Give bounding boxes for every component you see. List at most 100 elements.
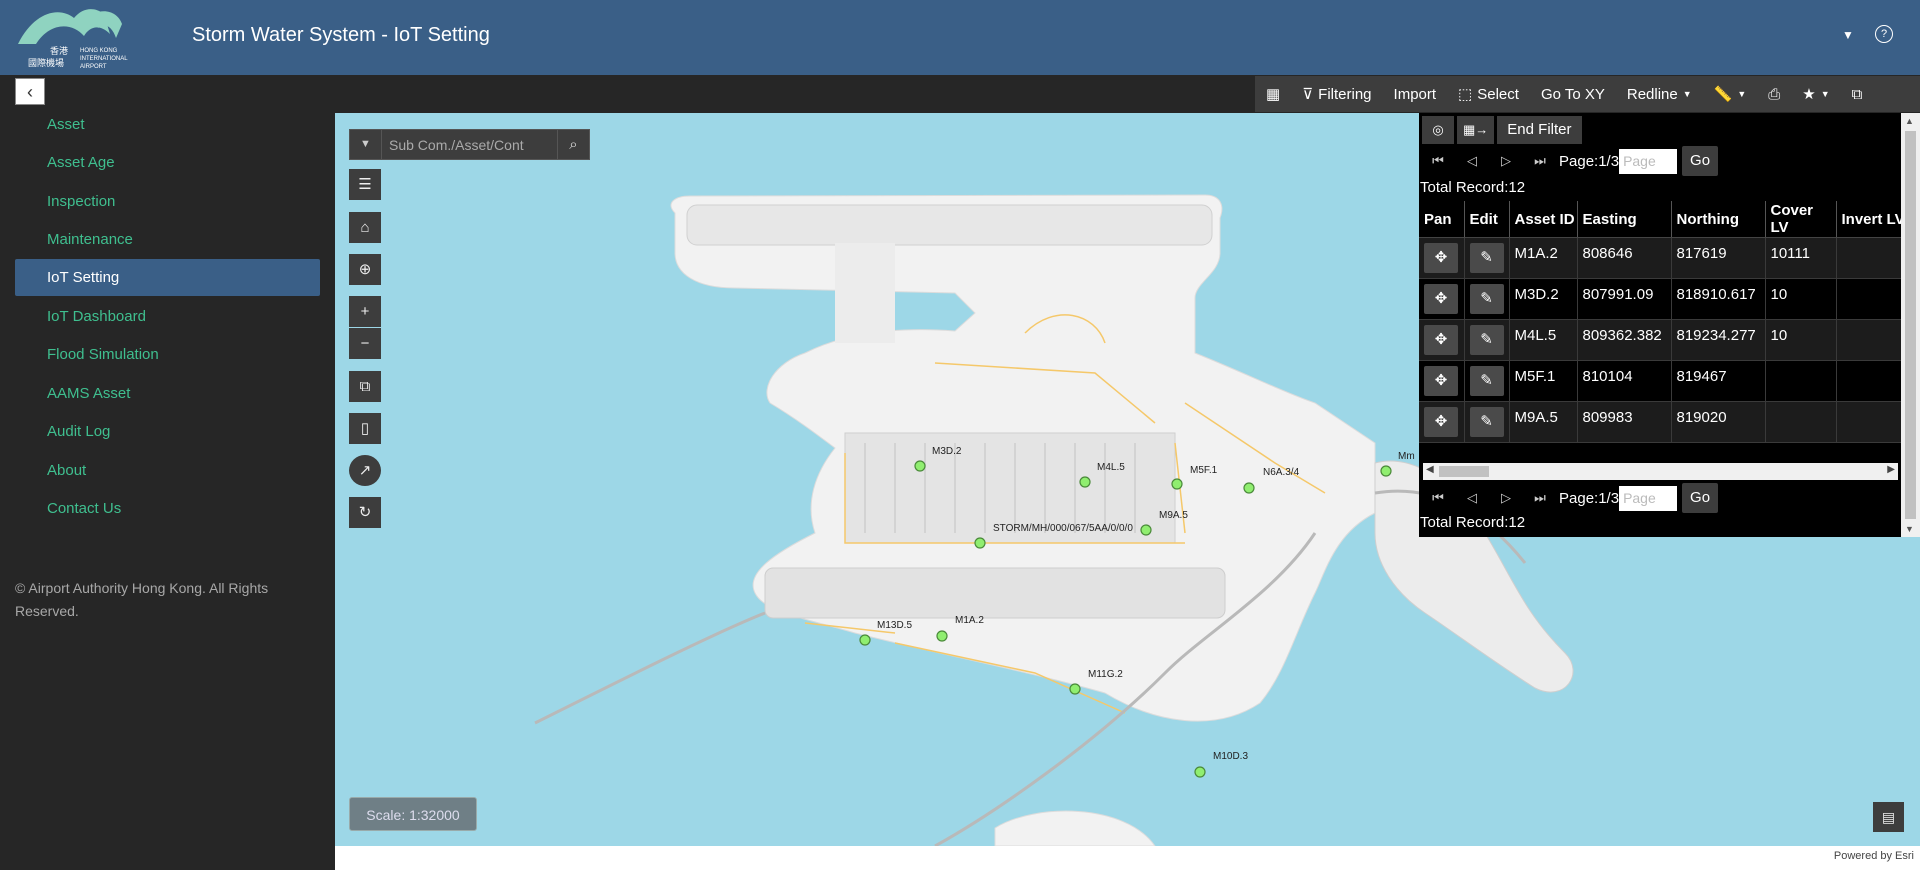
asset-marker-m13d5[interactable] xyxy=(859,634,871,646)
question-circle-icon[interactable]: ? xyxy=(1875,25,1893,43)
edit-button[interactable]: ✎ xyxy=(1469,325,1504,355)
table-button[interactable]: ▦ xyxy=(1255,76,1291,112)
bookmark-dropdown[interactable]: ★ ▼ xyxy=(1791,76,1840,112)
edit-button[interactable]: ✎ xyxy=(1469,407,1504,437)
table-row: ✥ ✎ M1A.2 808646 817619 10111 xyxy=(1419,237,1907,279)
next-page-icon[interactable]: ▷ xyxy=(1489,490,1523,506)
cell-northing: 819234.277 xyxy=(1671,319,1766,361)
sidebar-item-about[interactable]: About xyxy=(15,452,320,489)
pan-button[interactable]: ✥ xyxy=(1424,366,1458,396)
scroll-right-icon[interactable]: ▶ xyxy=(1887,464,1895,475)
compass-button[interactable]: ↗ xyxy=(349,455,381,486)
last-page-icon[interactable]: ⏭ xyxy=(1523,490,1557,506)
sidebar-item-aams-asset[interactable]: AAMS Asset xyxy=(15,375,320,412)
search-source-dropdown[interactable]: ▼ xyxy=(350,130,382,159)
prev-page-icon[interactable]: ◁ xyxy=(1455,490,1489,506)
cell-northing: 819467 xyxy=(1671,360,1766,402)
first-page-icon[interactable]: ⏮ xyxy=(1421,153,1455,169)
sidebar-item-asset[interactable]: Asset xyxy=(15,106,320,143)
caret-down-icon[interactable]: ▼ xyxy=(1842,28,1854,42)
layer-list-button[interactable]: ☰ xyxy=(349,169,381,200)
column-header-invert-lv[interactable]: Invert LV xyxy=(1836,201,1907,238)
print-icon: ⎙ xyxy=(1768,85,1781,103)
pan-button[interactable]: ✥ xyxy=(1424,325,1458,355)
go-button[interactable]: Go xyxy=(1682,146,1719,176)
panel-vertical-scrollbar[interactable]: ▲ ▼ xyxy=(1901,113,1920,537)
zoom-to-all-button[interactable]: ◎ xyxy=(1422,116,1454,144)
basemap-toggle-button[interactable]: ⧉ xyxy=(349,371,381,402)
home-button[interactable]: ⌂ xyxy=(349,212,381,243)
sidebar-item-iot-dashboard[interactable]: IoT Dashboard xyxy=(15,298,320,335)
edit-button[interactable]: ✎ xyxy=(1469,284,1504,314)
table-export-icon: ▦→ xyxy=(1463,122,1489,137)
scroll-down-icon[interactable]: ▼ xyxy=(1905,524,1914,534)
zoom-out-button[interactable]: − xyxy=(349,328,381,359)
sidebar-item-contact-us[interactable]: Contact Us xyxy=(15,490,320,527)
last-page-icon[interactable]: ⏭ xyxy=(1523,153,1557,169)
sidebar-item-iot-setting[interactable]: IoT Setting xyxy=(15,259,320,296)
edit-button[interactable]: ✎ xyxy=(1469,243,1504,273)
asset-marker-m9a5[interactable] xyxy=(1140,524,1152,536)
map-export-button[interactable]: ⧉ xyxy=(1841,76,1874,112)
pan-button[interactable]: ✥ xyxy=(1424,407,1458,437)
cell-asset-id: M4L.5 xyxy=(1509,319,1578,361)
sidebar-item-flood-simulation[interactable]: Flood Simulation xyxy=(15,336,320,373)
scroll-thumb[interactable] xyxy=(1905,131,1916,519)
filtering-button[interactable]: ⊽ Filtering xyxy=(1291,76,1382,112)
prev-page-icon[interactable]: ◁ xyxy=(1455,153,1489,169)
column-header-easting[interactable]: Easting xyxy=(1577,201,1672,238)
page-number-input[interactable] xyxy=(1619,148,1678,174)
search-button[interactable]: ⌕ xyxy=(557,130,589,159)
sidebar-item-maintenance[interactable]: Maintenance xyxy=(15,221,320,258)
print-button[interactable]: ⎙ xyxy=(1757,76,1791,112)
go-button[interactable]: Go xyxy=(1682,483,1719,513)
first-page-icon[interactable]: ⏮ xyxy=(1421,490,1455,506)
asset-marker-m11g2[interactable] xyxy=(1069,683,1081,695)
locate-button[interactable]: ⊕ xyxy=(349,254,381,285)
redline-dropdown[interactable]: Redline ▼ xyxy=(1616,76,1703,112)
column-header-pan[interactable]: Pan xyxy=(1419,201,1465,238)
asset-marker-m5f1[interactable] xyxy=(1171,478,1183,490)
asset-marker-m1a2[interactable] xyxy=(936,630,948,642)
next-page-icon[interactable]: ▷ xyxy=(1489,153,1523,169)
select-icon: ⬚ xyxy=(1458,86,1473,103)
search-input[interactable] xyxy=(382,130,557,159)
pencil-icon: ✎ xyxy=(1480,372,1493,389)
mouse-coord-button[interactable]: ▯ xyxy=(349,413,381,444)
select-button[interactable]: ⬚ Select xyxy=(1447,76,1530,112)
zoom-in-button[interactable]: + xyxy=(349,296,381,327)
asset-marker-m4l5[interactable] xyxy=(1079,476,1091,488)
refresh-button[interactable]: ↻ xyxy=(349,497,381,528)
column-header-cover-lv[interactable]: Cover LV xyxy=(1765,201,1837,238)
end-filter-button[interactable]: End Filter xyxy=(1497,116,1582,144)
scroll-thumb[interactable] xyxy=(1439,466,1489,477)
asset-marker-m10d3[interactable] xyxy=(1194,766,1206,778)
go-to-xy-button[interactable]: Go To XY xyxy=(1530,76,1616,112)
import-button[interactable]: Import xyxy=(1383,76,1448,112)
asset-marker-mm[interactable] xyxy=(1380,465,1392,477)
sidebar-item-asset-age[interactable]: Asset Age xyxy=(15,144,320,181)
svg-text:香港: 香港 xyxy=(50,45,68,57)
asset-marker-n6a34[interactable] xyxy=(1243,482,1255,494)
asset-marker-storm[interactable] xyxy=(974,537,986,549)
page-number-input[interactable] xyxy=(1619,485,1678,511)
collapse-sidebar-button[interactable]: ‹ xyxy=(15,78,45,105)
measure-dropdown[interactable]: 📏 ▼ xyxy=(1703,76,1758,112)
pan-button[interactable]: ✥ xyxy=(1424,243,1458,273)
scroll-left-icon[interactable]: ◀ xyxy=(1426,464,1434,475)
cell-asset-id: M1A.2 xyxy=(1509,237,1578,279)
scroll-up-icon[interactable]: ▲ xyxy=(1905,116,1914,126)
asset-marker-m3d2[interactable] xyxy=(914,460,926,472)
table-horizontal-scrollbar[interactable]: ◀ ▶ xyxy=(1423,463,1898,480)
hkia-logo[interactable]: 香港 國際機場 HONG KONG INTERNATIONAL AIRPORT xyxy=(14,4,144,72)
legend-button[interactable]: ▤ xyxy=(1873,802,1904,832)
column-header-asset-id[interactable]: Asset ID xyxy=(1509,201,1578,238)
export-table-button[interactable]: ▦→ xyxy=(1457,116,1495,144)
map-export-icon: ⧉ xyxy=(1851,85,1863,103)
sidebar-item-inspection[interactable]: Inspection xyxy=(15,183,320,220)
sidebar-item-audit-log[interactable]: Audit Log xyxy=(15,413,320,450)
column-header-edit[interactable]: Edit xyxy=(1464,201,1510,238)
pan-button[interactable]: ✥ xyxy=(1424,284,1458,314)
edit-button[interactable]: ✎ xyxy=(1469,366,1504,396)
column-header-northing[interactable]: Northing xyxy=(1671,201,1766,238)
